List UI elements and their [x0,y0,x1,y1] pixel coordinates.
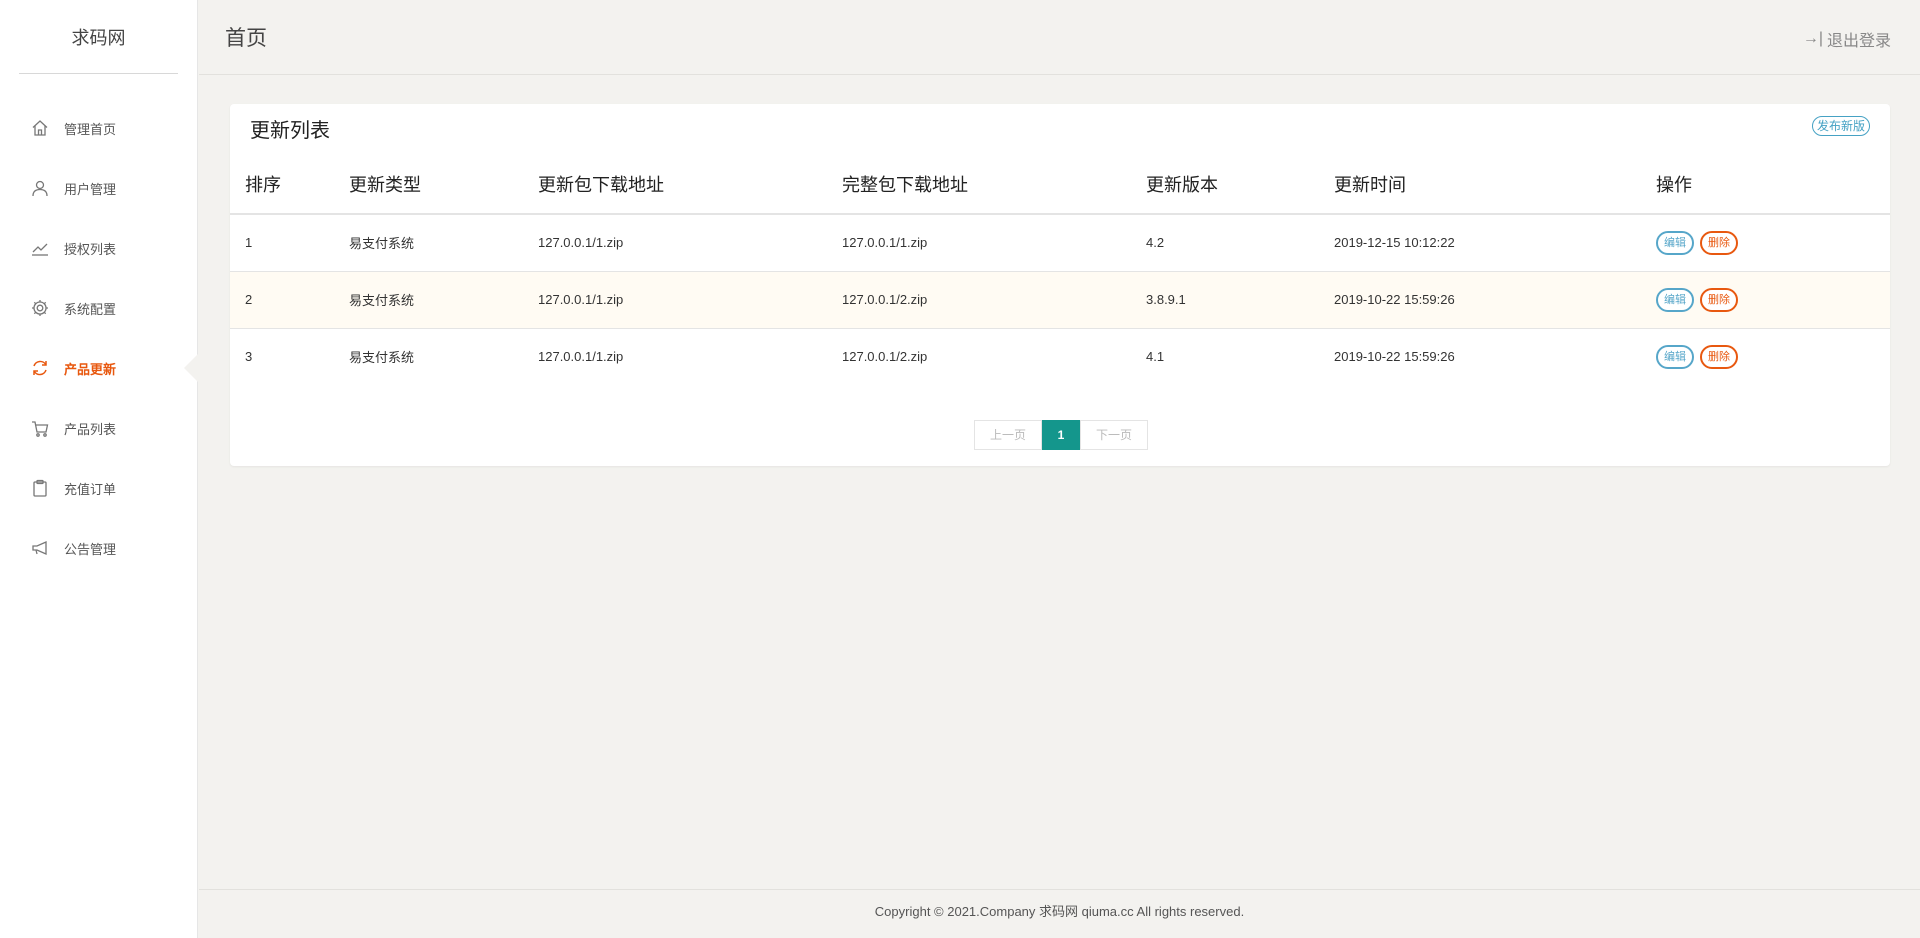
column-header-time[interactable]: 更新时间 [1319,154,1641,215]
card-title: 更新列表 [250,120,330,142]
column-header-full-url[interactable]: 完整包下载地址 [827,154,1131,215]
sidebar-item-label: 产品更新 [64,361,117,377]
prev-page-button[interactable]: 上一页 [974,420,1042,450]
sidebar-item-settings[interactable]: 系统配置 [0,278,197,338]
sidebar-item-dashboard[interactable]: 管理首页 [0,98,197,158]
sidebar-item-product-update[interactable]: 产品更新 [0,338,198,398]
footer: Copyright © 2021.Company 求码网 qiuma.cc Al… [199,889,1920,938]
cell-version: 3.8.9.1 [1131,271,1319,329]
gear-icon [30,298,50,318]
cell-update-url: 127.0.0.1/1.zip [523,271,827,329]
cell-full-url: 127.0.0.1/2.zip [842,349,928,365]
sidebar-nav: 管理首页 用户管理 授权列表 系统配置 产品更新 产品列表 充值订单 公告管理 [0,98,198,578]
cell-full-url: 127.0.0.1/2.zip [827,271,1131,329]
column-header-type[interactable]: 更新类型 [334,154,523,215]
sidebar-item-label: 产品列表 [64,421,117,437]
sidebar-item-licenses[interactable]: 授权列表 [0,218,197,278]
logout-icon: →| [1802,30,1823,47]
cell-update-url: 127.0.0.1/1.zip [523,214,827,272]
table-row: 2 易支付系统 127.0.0.1/1.zip 127.0.0.1/2.zip … [230,271,1890,329]
sidebar-item-label: 用户管理 [64,181,117,197]
update-table: 排序 更新类型 更新包下载地址 完整包下载地址 更新版本 更新时间 操作 1 易… [230,154,1890,385]
sidebar-item-label: 系统配置 [64,301,117,317]
logout-label: 退出登录 [1826,33,1891,50]
column-header-order[interactable]: 排序 [230,154,334,215]
cell-full-url: 127.0.0.1/1.zip [827,214,1131,272]
publish-new-version-button[interactable]: 发布新版 [1811,116,1870,136]
logo[interactable]: 求码网 [19,0,178,74]
sidebar: 求码网 管理首页 用户管理 授权列表 系统配置 产品更新 产品列表 充值订单 公… [0,0,198,938]
cell-type: 易支付系统 [334,214,523,272]
sidebar-item-label: 管理首页 [64,121,117,137]
top-header: 首页 →| 退出登录 [199,0,1920,75]
edit-button[interactable]: 编辑 [1656,287,1694,312]
refresh-icon [30,358,50,378]
cell-type: 易支付系统 [349,350,415,366]
cell-order: 1 [230,214,334,272]
cell-version: 4.1 [1146,349,1165,365]
page-title: 首页 [225,27,267,50]
page-number-current[interactable]: 1 [1042,420,1080,450]
copyright-text: Copyright © 2021.Company 求码网 qiuma.cc Al… [874,904,1245,919]
sidebar-item-label: 充值订单 [64,481,117,497]
cell-update-url: 127.0.0.1/1.zip [538,349,624,365]
table-header-row: 排序 更新类型 更新包下载地址 完整包下载地址 更新版本 更新时间 操作 [230,154,1890,215]
column-header-update-url[interactable]: 更新包下载地址 [523,154,827,215]
next-page-button[interactable]: 下一页 [1080,420,1148,450]
cell-version: 4.2 [1131,214,1319,272]
cart-icon [30,418,50,438]
cell-time: 2019-10-22 15:59:26 [1334,349,1455,365]
clipboard-icon [30,478,50,498]
table-row: 3 易支付系统 127.0.0.1/1.zip 127.0.0.1/2.zip … [230,328,1890,385]
sidebar-item-label: 授权列表 [64,241,117,257]
trend-icon [30,238,50,258]
cell-order: 2 [230,271,334,329]
sidebar-item-label: 公告管理 [64,541,117,557]
edit-button[interactable]: 编辑 [1656,344,1694,369]
cell-time: 2019-12-15 10:12:22 [1319,214,1641,272]
delete-button[interactable]: 删除 [1700,287,1738,312]
cell-actions: 编辑 删除 [1641,214,1890,272]
delete-button[interactable]: 删除 [1700,344,1738,369]
sidebar-item-announcements[interactable]: 公告管理 [0,518,197,578]
sidebar-item-products[interactable]: 产品列表 [0,398,197,458]
sidebar-item-users[interactable]: 用户管理 [0,158,197,218]
sidebar-item-orders[interactable]: 充值订单 [0,458,197,518]
edit-button[interactable]: 编辑 [1656,230,1694,255]
cell-time: 2019-10-22 15:59:26 [1319,271,1641,329]
home-icon [30,118,50,138]
cell-actions: 编辑 删除 [1641,328,1890,385]
logout-button[interactable]: →| 退出登录 [1803,27,1891,51]
user-icon [30,178,50,198]
update-list-card: 更新列表 发布新版 排序 更新类型 更新包下载地址 完整包下载地址 更新版本 更… [230,104,1890,466]
delete-button[interactable]: 删除 [1700,230,1738,255]
megaphone-icon [30,538,50,558]
cell-actions: 编辑 删除 [1641,271,1890,329]
cell-type: 易支付系统 [334,271,523,329]
cell-order: 3 [245,349,253,365]
column-header-version[interactable]: 更新版本 [1131,154,1319,215]
column-header-actions: 操作 [1641,154,1890,215]
pagination: 上一页 1 下一页 [974,420,1148,450]
table-row: 1 易支付系统 127.0.0.1/1.zip 127.0.0.1/1.zip … [230,214,1890,272]
